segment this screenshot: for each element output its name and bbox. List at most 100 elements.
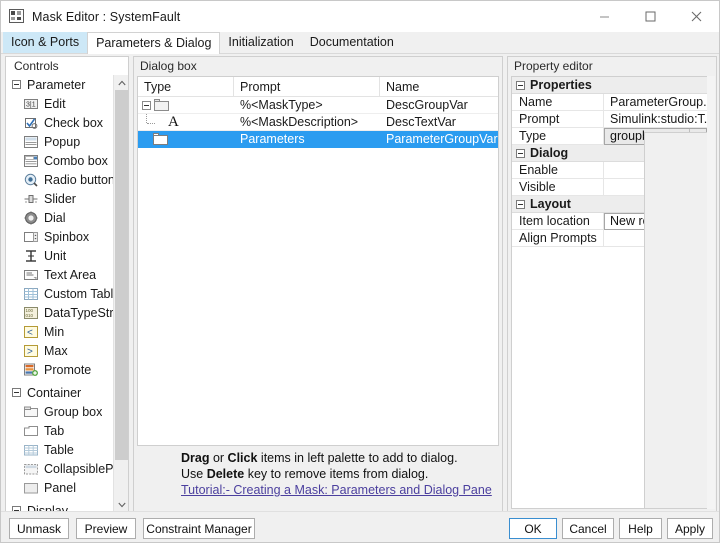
palette-item-text-area[interactable]: Text Area: [6, 265, 114, 284]
tutorial-link[interactable]: Tutorial:- Creating a Mask: Parameters a…: [181, 483, 492, 497]
palette-item-unit[interactable]: Unit: [6, 246, 114, 265]
hint-text: or: [209, 451, 227, 465]
cancel-button[interactable]: Cancel: [562, 518, 614, 539]
row-name-cell[interactable]: DescGroupVar: [380, 97, 498, 114]
scrollbar-thumb[interactable]: [115, 90, 128, 460]
palette-item-edit[interactable]: 3|1 Edit: [6, 94, 114, 113]
palette-item-spinbox[interactable]: Spinbox: [6, 227, 114, 246]
property-key: Type: [512, 128, 604, 144]
row-name-cell[interactable]: ParameterGroupVar: [380, 131, 498, 148]
group-box-icon: [24, 405, 38, 419]
palette-item-custom-table[interactable]: Custom Table: [6, 284, 114, 303]
hint-line-1: Drag or Click items in left palette to a…: [137, 450, 499, 466]
row-prompt-cell[interactable]: %<MaskType>: [234, 97, 380, 114]
text-A-icon: A: [168, 114, 179, 131]
preview-button[interactable]: Preview: [76, 518, 136, 539]
palette-item-label: Tab: [44, 424, 64, 438]
row-prompt-cell[interactable]: Parameters: [234, 131, 380, 148]
column-header-prompt[interactable]: Prompt: [234, 77, 380, 96]
column-header-type[interactable]: Type: [138, 77, 234, 96]
dialog-box-tree-grid[interactable]: Type Prompt Name %<MaskType> DescGroupVa…: [137, 76, 499, 446]
collapse-icon[interactable]: [516, 200, 525, 209]
palette-group-label: Parameter: [27, 78, 85, 92]
mask-editor-window: Mask Editor : SystemFault Icon & Ports P…: [0, 0, 720, 543]
palette-group-container[interactable]: Container: [6, 383, 114, 402]
column-header-name[interactable]: Name: [380, 77, 498, 96]
palette-item-label: DataTypeStr: [44, 306, 113, 320]
palette-item-combo-box[interactable]: Combo box: [6, 151, 114, 170]
palette-item-label: Spinbox: [44, 230, 89, 244]
property-section-properties[interactable]: Properties: [512, 77, 707, 94]
scroll-down-icon[interactable]: [114, 497, 129, 512]
table-icon: [24, 443, 38, 457]
svg-text:010: 010: [26, 313, 34, 318]
palette-item-datatypestr[interactable]: 100010 DataTypeStr: [6, 303, 114, 322]
expander-icon[interactable]: [142, 101, 151, 110]
collapse-icon[interactable]: [12, 80, 21, 89]
minimize-icon[interactable]: [581, 1, 627, 32]
hint-line-3: Tutorial:- Creating a Mask: Parameters a…: [137, 482, 499, 498]
palette-item-label: Slider: [44, 192, 76, 206]
scroll-up-icon[interactable]: [114, 75, 129, 90]
palette-item-slider[interactable]: Slider: [6, 189, 114, 208]
collapse-icon[interactable]: [516, 81, 525, 90]
table-row[interactable]: %<MaskType> DescGroupVar: [138, 97, 498, 114]
palette-scrollbar[interactable]: [113, 75, 128, 512]
palette-item-min[interactable]: < Min: [6, 322, 114, 341]
property-section-label: Properties: [530, 78, 592, 92]
palette-item-label: Check box: [44, 116, 103, 130]
palette-item-panel[interactable]: Panel: [6, 478, 114, 497]
property-row-align-prompts[interactable]: Align Prompts: [512, 230, 707, 247]
palette-group-parameter[interactable]: Parameter: [6, 75, 114, 94]
palette-item-table[interactable]: Table: [6, 440, 114, 459]
palette-item-collapsible-panel[interactable]: CollapsiblePanel: [6, 459, 114, 478]
unmask-button[interactable]: Unmask: [9, 518, 69, 539]
collapse-icon[interactable]: [516, 149, 525, 158]
property-value-align-prompts: [644, 132, 708, 509]
tab-parameters-and-dialog[interactable]: Parameters & Dialog: [87, 32, 220, 54]
hint-bold-delete: Delete: [207, 467, 245, 481]
tab-icon-and-ports[interactable]: Icon & Ports: [3, 32, 87, 53]
max-icon: >: [24, 344, 38, 358]
tab-initialization[interactable]: Initialization: [220, 32, 301, 53]
row-prompt-cell[interactable]: %<MaskDescription>: [234, 114, 380, 131]
grid-header-row: Type Prompt Name: [138, 77, 498, 97]
property-value-name[interactable]: ParameterGroup...: [604, 94, 707, 110]
palette-item-dial[interactable]: Dial: [6, 208, 114, 227]
close-icon[interactable]: [673, 1, 719, 32]
property-value-prompt[interactable]: Simulink:studio:T...: [604, 111, 707, 127]
window-controls: [581, 1, 719, 32]
palette-item-check-box[interactable]: Check box: [6, 113, 114, 132]
palette-item-label: Dial: [44, 211, 66, 225]
row-name-cell[interactable]: DescTextVar: [380, 114, 498, 131]
ok-button[interactable]: OK: [509, 518, 557, 539]
palette-item-radio-button[interactable]: Radio button: [6, 170, 114, 189]
property-row-prompt[interactable]: Prompt Simulink:studio:T...: [512, 111, 707, 128]
palette-item-popup[interactable]: Popup: [6, 132, 114, 151]
tab-documentation[interactable]: Documentation: [302, 32, 402, 53]
apply-button[interactable]: Apply: [667, 518, 713, 539]
property-editor-scrollbar[interactable]: [707, 76, 715, 509]
palette-item-max[interactable]: > Max: [6, 341, 114, 360]
palette-item-promote[interactable]: Promote: [6, 360, 114, 379]
help-button[interactable]: Help: [619, 518, 662, 539]
palette-item-tab[interactable]: Tab: [6, 421, 114, 440]
property-key: Enable: [512, 162, 604, 178]
table-row[interactable]: A %<MaskDescription> DescTextVar: [138, 114, 498, 131]
palette-item-label: Group box: [44, 405, 102, 419]
property-row-name[interactable]: Name ParameterGroup...: [512, 94, 707, 111]
svg-text:<: <: [27, 327, 33, 338]
maximize-icon[interactable]: [627, 1, 673, 32]
collapse-icon[interactable]: [12, 388, 21, 397]
table-row[interactable]: Parameters ParameterGroupVar: [138, 131, 498, 148]
property-editor-table: Properties Name ParameterGroup... Prompt…: [511, 76, 708, 509]
property-section-label: Dialog: [530, 146, 568, 160]
hint-bold-click: Click: [228, 451, 258, 465]
palette-item-group-box[interactable]: Group box: [6, 402, 114, 421]
svg-text:3|1: 3|1: [26, 101, 36, 108]
row-type-cell: [138, 99, 234, 111]
property-section-label: Layout: [530, 197, 571, 211]
popup-icon: [24, 135, 38, 149]
custom-table-icon: [24, 287, 38, 301]
constraint-manager-button[interactable]: Constraint Manager: [143, 518, 255, 539]
